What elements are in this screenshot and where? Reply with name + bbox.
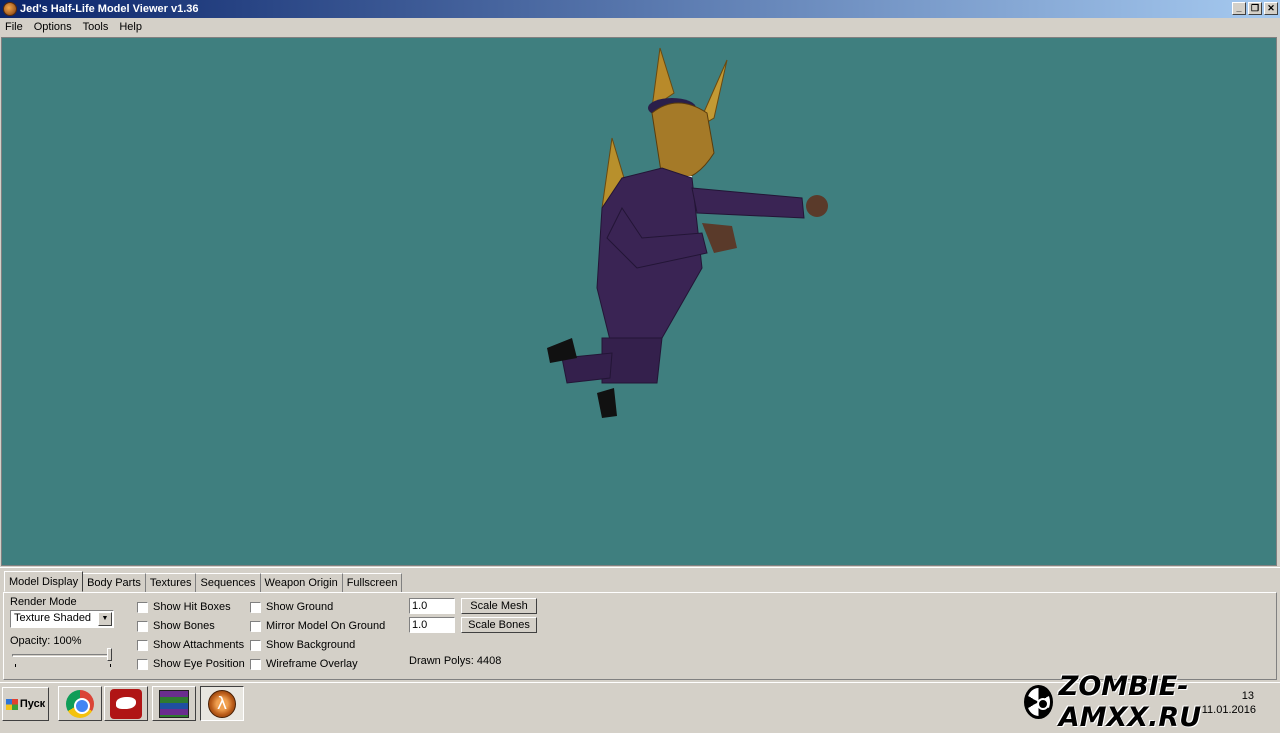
close-button[interactable]: ✕ bbox=[1264, 2, 1278, 15]
menu-file[interactable]: File bbox=[0, 21, 29, 33]
show-attachments-checkbox[interactable]: Show Attachments bbox=[137, 639, 244, 651]
menu-tools[interactable]: Tools bbox=[78, 21, 115, 33]
window-title: Jed's Half-Life Model Viewer v1.36 bbox=[20, 3, 199, 15]
show-bones-checkbox[interactable]: Show Bones bbox=[137, 620, 215, 632]
app-window: Jed's Half-Life Model Viewer v1.36 _ ❐ ✕… bbox=[0, 0, 1280, 682]
half-life-icon bbox=[208, 689, 236, 718]
fist-right bbox=[806, 195, 828, 217]
checkbox-box[interactable] bbox=[137, 620, 148, 632]
clock-date: 11.01.2016 bbox=[1201, 704, 1256, 716]
checkbox-label: Show Bones bbox=[153, 620, 215, 632]
taskbar-panther-app[interactable] bbox=[104, 686, 148, 721]
checkbox-label: Show Eye Position bbox=[153, 658, 245, 670]
winrar-icon bbox=[159, 689, 189, 718]
scale-bones-button[interactable]: Scale Bones bbox=[461, 617, 537, 633]
checkbox-label: Show Ground bbox=[266, 601, 334, 613]
start-button[interactable]: Пуск bbox=[2, 687, 49, 721]
panther-icon bbox=[110, 688, 142, 719]
hand-left bbox=[702, 223, 737, 253]
checkbox-box[interactable] bbox=[250, 620, 261, 632]
menu-bar: File Options Tools Help bbox=[0, 18, 1280, 36]
checkbox-box[interactable] bbox=[250, 658, 261, 670]
checkbox-box[interactable] bbox=[250, 639, 261, 651]
tab-fullscreen[interactable]: Fullscreen bbox=[342, 573, 403, 592]
checkbox-box[interactable] bbox=[137, 639, 148, 651]
show-background-checkbox[interactable]: Show Background bbox=[250, 639, 355, 651]
slider-thumb[interactable] bbox=[107, 648, 112, 661]
windows-flag-icon bbox=[5, 698, 18, 710]
checkbox-box[interactable] bbox=[250, 601, 261, 613]
slider-track bbox=[12, 654, 112, 657]
render-mode-value: Texture Shaded bbox=[14, 612, 92, 624]
start-label: Пуск bbox=[19, 698, 46, 710]
radiation-icon bbox=[1024, 684, 1053, 719]
tab-weapon-origin[interactable]: Weapon Origin bbox=[260, 573, 343, 592]
slider-tick bbox=[110, 664, 111, 667]
taskbar-winrar[interactable] bbox=[152, 686, 196, 721]
restore-button[interactable]: ❐ bbox=[1248, 2, 1262, 15]
tab-sequences[interactable]: Sequences bbox=[196, 573, 261, 592]
chevron-down-icon[interactable]: ▼ bbox=[98, 612, 112, 626]
show-eye-position-checkbox[interactable]: Show Eye Position bbox=[137, 658, 245, 670]
opacity-slider[interactable] bbox=[12, 647, 112, 667]
scale-mesh-input[interactable]: 1.0 bbox=[409, 598, 455, 614]
model-render[interactable] bbox=[2, 38, 1277, 566]
tab-strip: Model Display Body Parts Textures Sequen… bbox=[4, 571, 403, 592]
clock-time: 13 bbox=[1241, 690, 1254, 702]
slider-tick bbox=[15, 664, 16, 667]
checkbox-box[interactable] bbox=[137, 658, 148, 670]
tab-body-parts[interactable]: Body Parts bbox=[83, 573, 146, 592]
drawn-polys-label: Drawn Polys: 4408 bbox=[409, 655, 502, 667]
checkbox-label: Show Attachments bbox=[153, 639, 245, 651]
title-bar[interactable]: Jed's Half-Life Model Viewer v1.36 _ ❐ ✕ bbox=[0, 0, 1280, 18]
menu-help[interactable]: Help bbox=[114, 21, 148, 33]
scale-bones-input[interactable]: 1.0 bbox=[409, 617, 455, 633]
arm-extended bbox=[691, 187, 805, 219]
chrome-icon bbox=[66, 689, 94, 718]
3d-viewport[interactable] bbox=[1, 37, 1277, 566]
show-ground-checkbox[interactable]: Show Ground bbox=[250, 601, 333, 613]
checkbox-label: Show Background bbox=[266, 639, 356, 651]
taskbar-chrome[interactable] bbox=[58, 686, 102, 721]
tab-textures[interactable]: Textures bbox=[145, 573, 197, 592]
taskbar-clock[interactable]: 13 11.01.2016 bbox=[1201, 690, 1256, 716]
checkbox-label: Mirror Model On Ground bbox=[266, 620, 386, 632]
opacity-label: Opacity: 100% bbox=[10, 635, 82, 647]
render-mode-select[interactable]: Texture Shaded ▼ bbox=[10, 610, 114, 628]
show-hit-boxes-checkbox[interactable]: Show Hit Boxes bbox=[137, 601, 231, 613]
mirror-model-checkbox[interactable]: Mirror Model On Ground bbox=[250, 620, 385, 632]
tab-model-display[interactable]: Model Display bbox=[4, 571, 84, 592]
taskbar-half-life-viewer[interactable] bbox=[200, 686, 244, 721]
half-life-app-icon[interactable] bbox=[3, 2, 17, 16]
control-panel: Model Display Body Parts Textures Sequen… bbox=[0, 567, 1280, 682]
render-mode-label: Render Mode bbox=[10, 596, 77, 608]
minimize-button[interactable]: _ bbox=[1232, 2, 1246, 15]
checkbox-box[interactable] bbox=[137, 601, 148, 613]
model-display-page: Render Mode Texture Shaded ▼ Opacity: 10… bbox=[3, 592, 1277, 680]
shoe-right bbox=[597, 388, 617, 418]
checkbox-label: Show Hit Boxes bbox=[153, 601, 231, 613]
scale-mesh-button[interactable]: Scale Mesh bbox=[461, 598, 537, 614]
menu-options[interactable]: Options bbox=[29, 21, 78, 33]
window-controls: _ ❐ ✕ bbox=[1232, 2, 1278, 15]
wireframe-overlay-checkbox[interactable]: Wireframe Overlay bbox=[250, 658, 358, 670]
checkbox-label: Wireframe Overlay bbox=[266, 658, 358, 670]
